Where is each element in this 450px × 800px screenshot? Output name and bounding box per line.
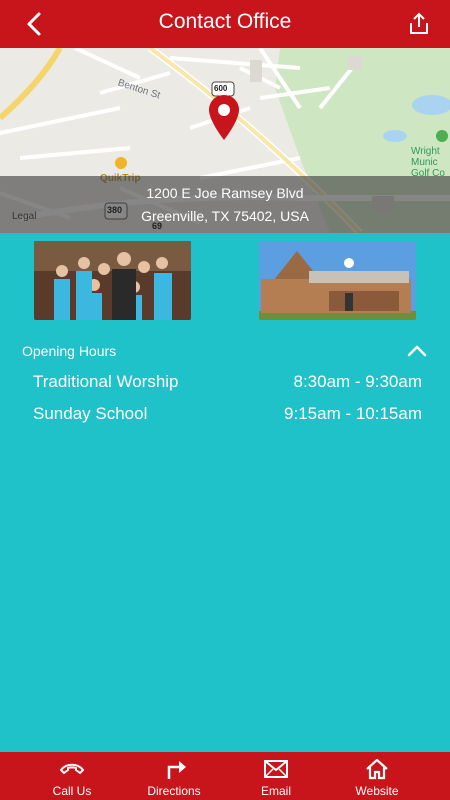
opening-hours-title: Opening Hours bbox=[22, 343, 117, 359]
tab-directions[interactable]: Directions bbox=[124, 752, 224, 800]
tab-label: Call Us bbox=[52, 784, 92, 798]
map-park-label-line: Wright bbox=[411, 146, 440, 157]
tab-label: Email bbox=[260, 784, 291, 798]
hours-row-name: Sunday School bbox=[33, 404, 148, 423]
tab-label: Directions bbox=[147, 784, 201, 798]
photo-church[interactable] bbox=[259, 241, 416, 320]
chevron-up-icon[interactable] bbox=[406, 342, 428, 360]
photo-congregation[interactable] bbox=[34, 241, 191, 320]
address-line-1: 1200 E Joe Ramsey Blvd bbox=[146, 185, 304, 201]
map-pin-icon bbox=[209, 95, 239, 140]
tab-email[interactable]: Email bbox=[226, 752, 326, 800]
hours-row-time: 8:30am - 9:30am bbox=[293, 372, 422, 391]
photo-building-image bbox=[259, 241, 416, 320]
directions-icon bbox=[167, 761, 186, 779]
map-park-label-line: Munic bbox=[411, 157, 438, 168]
home-icon bbox=[366, 758, 388, 780]
map-park-label: Wright Munic Golf Co bbox=[411, 146, 445, 179]
tab-call-us[interactable]: Call Us bbox=[22, 752, 122, 800]
hours-row-name: Traditional Worship bbox=[33, 372, 179, 391]
hours-row-time: 9:15am - 10:15am bbox=[284, 404, 422, 423]
share-icon[interactable] bbox=[406, 11, 432, 37]
tab-website[interactable]: Website bbox=[327, 752, 427, 800]
header-bar: Contact Office bbox=[0, 0, 450, 48]
bottom-tab-bar: Call Us Directions Email Website bbox=[0, 752, 450, 800]
map-route-label: 600 bbox=[214, 84, 228, 93]
tab-label: Website bbox=[355, 784, 399, 798]
photo-people-image bbox=[34, 241, 191, 320]
phone-icon bbox=[60, 763, 84, 774]
page-title: Contact Office bbox=[158, 10, 292, 33]
map-legal-link[interactable]: Legal bbox=[12, 211, 36, 222]
email-icon bbox=[264, 760, 288, 778]
address-line-2: Greenville, TX 75402, USA bbox=[141, 208, 309, 224]
